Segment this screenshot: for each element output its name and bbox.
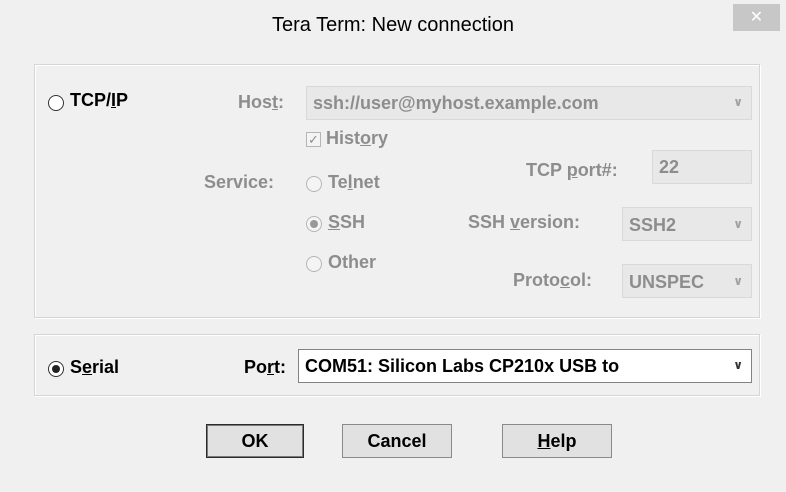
telnet-label[interactable]: Telnet — [328, 172, 380, 193]
ssh-radio[interactable] — [306, 216, 322, 232]
ok-button[interactable]: OK — [206, 424, 304, 458]
close-button[interactable]: ✕ — [733, 4, 780, 31]
ssh-version-label: SSH version: — [468, 212, 581, 232]
history-checkbox[interactable]: ✓ — [306, 132, 321, 147]
close-icon: ✕ — [749, 9, 764, 26]
tcpip-radio-label[interactable]: TCP/IP — [70, 90, 128, 111]
ssh-version-value: SSH2 — [629, 215, 677, 235]
other-label[interactable]: Other — [328, 252, 376, 273]
serial-radio[interactable] — [48, 361, 64, 377]
title-bar: Tera Term: New connection ✕ — [0, 0, 786, 50]
chevron-down-icon[interactable]: ∨ — [733, 274, 743, 288]
ssh-version-select[interactable]: SSH2 ∨ — [622, 207, 752, 241]
service-label: Service: — [204, 172, 275, 192]
protocol-value: UNSPEC — [629, 272, 705, 292]
tcp-port-value: 22 — [659, 157, 680, 177]
port-value: COM51: Silicon Labs CP210x USB to — [305, 356, 620, 376]
protocol-select[interactable]: UNSPEC ∨ — [622, 264, 752, 298]
history-label[interactable]: History — [326, 128, 388, 149]
port-select[interactable]: COM51: Silicon Labs CP210x USB to ∨ — [298, 349, 752, 383]
host-value: ssh://user@myhost.example.com — [313, 93, 599, 113]
dialog-client: TCP/IP Host: ssh://user@myhost.example.c… — [8, 52, 776, 484]
cancel-button[interactable]: Cancel — [342, 424, 452, 458]
ssh-label[interactable]: SSH — [328, 212, 365, 233]
tcp-port-input[interactable]: 22 — [652, 150, 752, 184]
other-radio[interactable] — [306, 256, 322, 272]
host-combobox[interactable]: ssh://user@myhost.example.com ∨ — [306, 86, 752, 120]
window-title: Tera Term: New connection — [272, 14, 514, 36]
protocol-label: Protocol: — [513, 270, 593, 290]
tcpip-radio[interactable] — [48, 95, 64, 111]
tcp-port-label: TCP port#: — [526, 160, 618, 180]
chevron-down-icon[interactable]: ∨ — [733, 217, 743, 231]
chevron-down-icon[interactable]: ∨ — [733, 358, 743, 372]
serial-radio-label[interactable]: Serial — [70, 357, 119, 378]
telnet-radio[interactable] — [306, 176, 322, 192]
help-button[interactable]: Help — [502, 424, 612, 458]
host-label: Host: — [238, 92, 285, 112]
chevron-down-icon[interactable]: ∨ — [733, 95, 743, 109]
port-label: Port: — [244, 357, 287, 377]
